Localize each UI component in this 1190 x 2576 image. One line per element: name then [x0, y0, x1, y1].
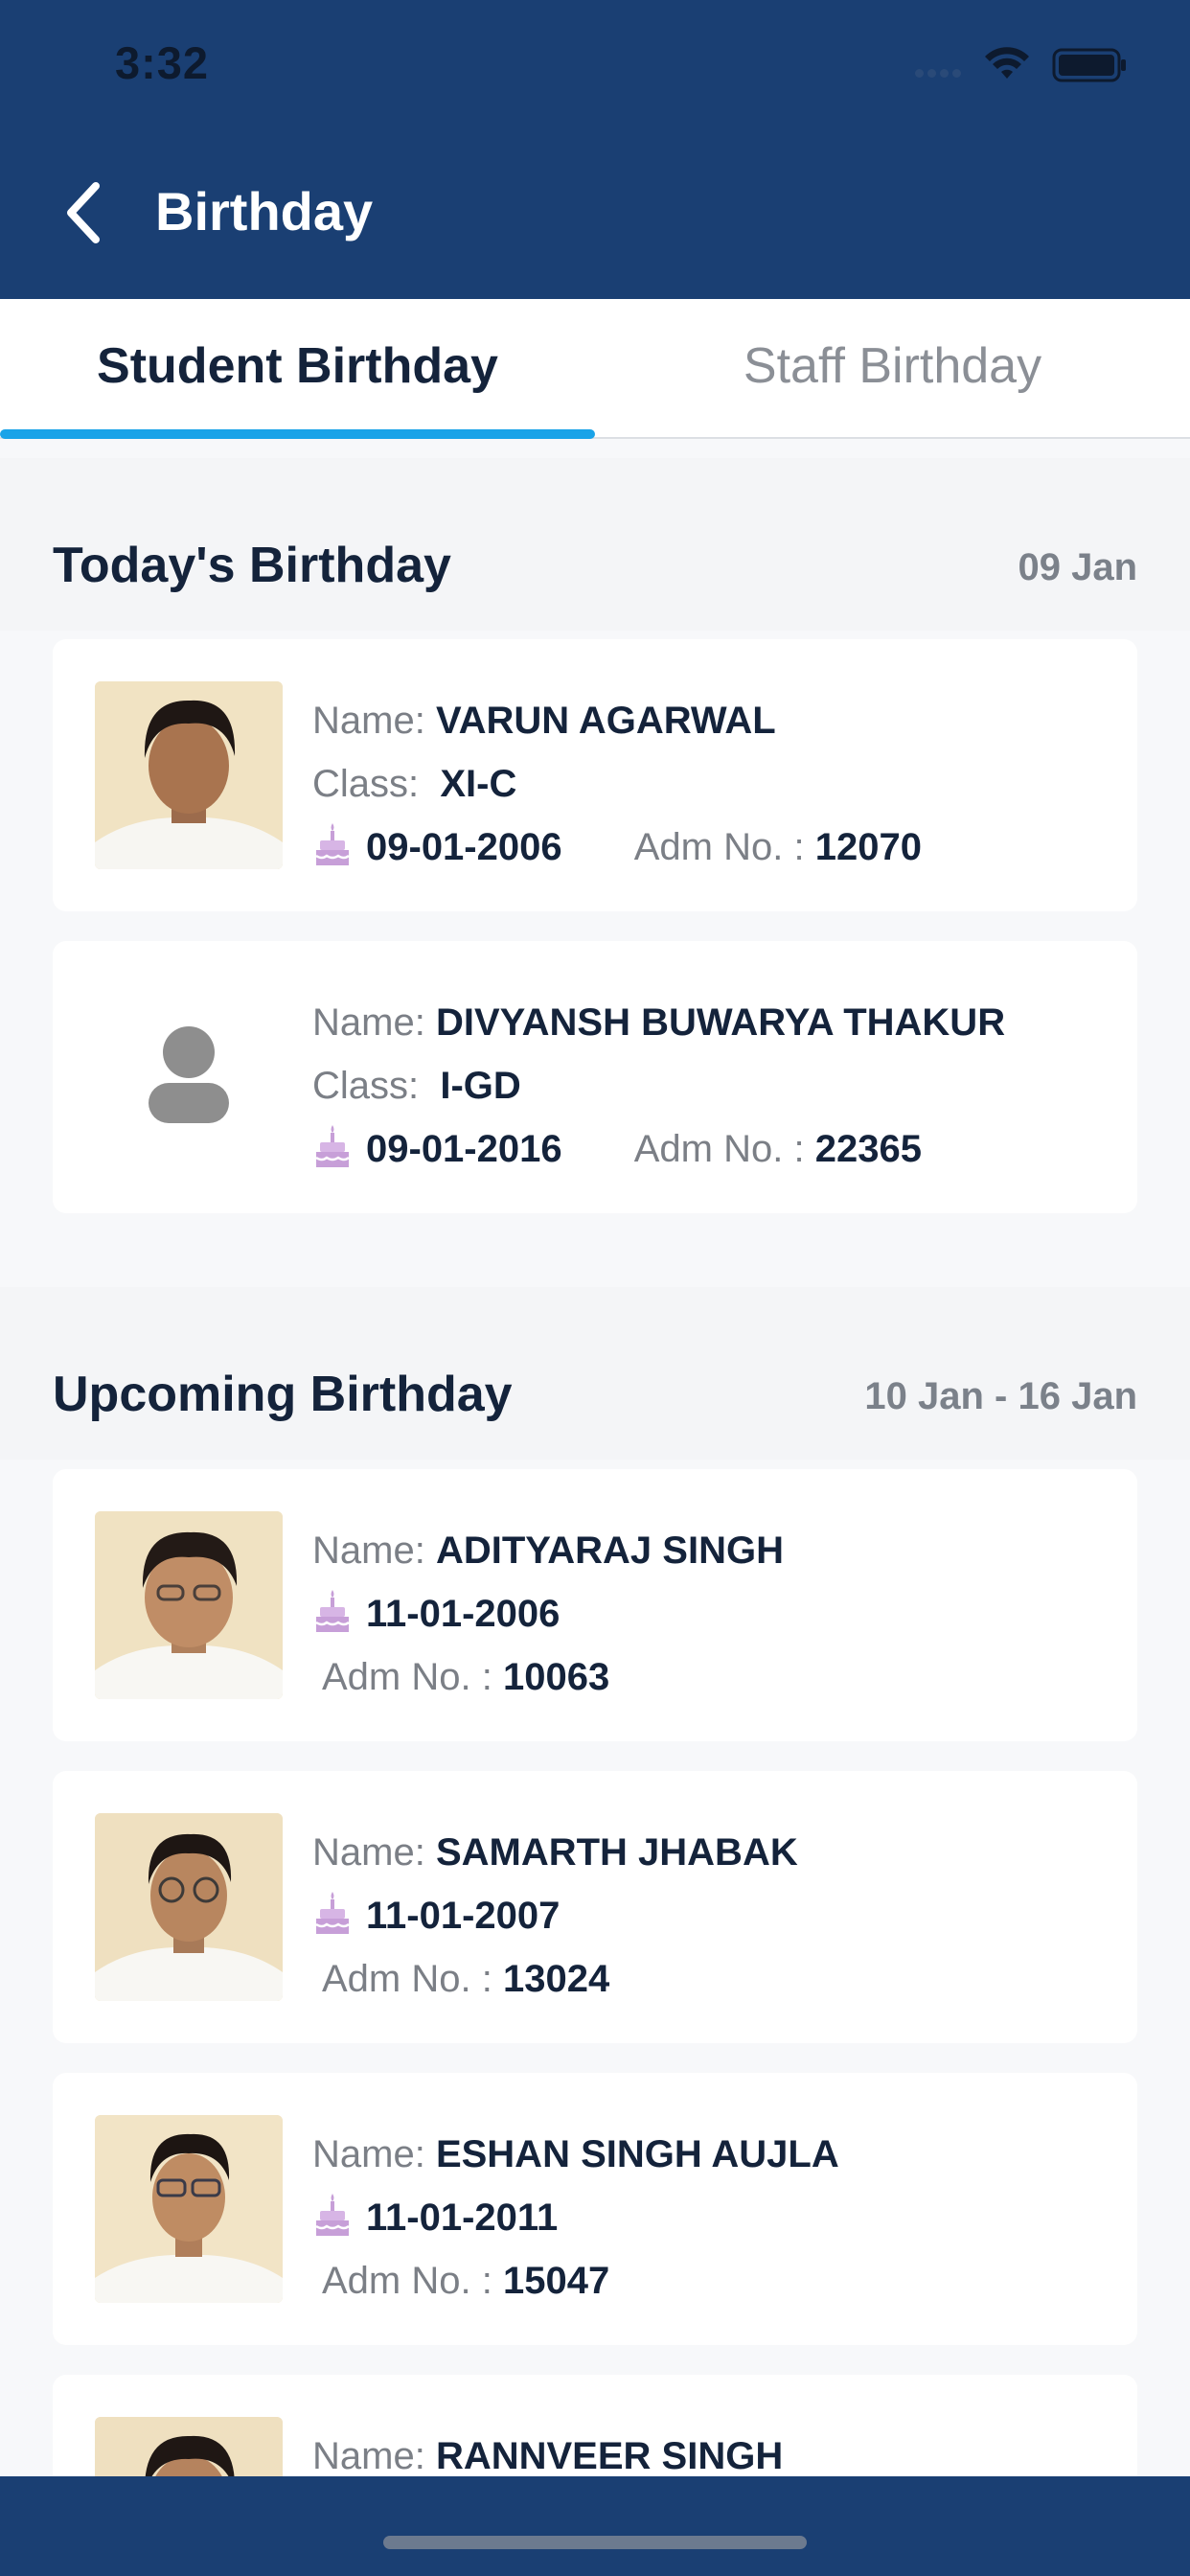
active-tab-indicator: [0, 429, 595, 439]
student-name: ESHAN SINGH AUJLA: [435, 2133, 839, 2175]
status-time: 3:32: [115, 37, 210, 88]
student-adm-no: 10063: [502, 1656, 610, 1698]
student-dob: 09-01-2006: [366, 826, 562, 868]
student-photo: [95, 681, 283, 869]
student-name: ADITYARAJ SINGH: [435, 1530, 784, 1572]
student-adm-no: 13024: [502, 1958, 610, 2000]
birthday-cake-icon: [315, 823, 350, 865]
section-date-upcoming: 10 Jan - 16 Jan: [864, 1375, 1137, 1417]
student-adm-no: 15047: [502, 2260, 610, 2302]
student-name: SAMARTH JHABAK: [435, 1831, 798, 1874]
student-dob: 11-01-2007: [366, 1895, 561, 1937]
birthday-cake-icon: [315, 1125, 350, 1167]
student-card[interactable]: Name: ADITYARAJ SINGH 11-01-2006 Adm No.…: [53, 1469, 1137, 1741]
student-photo: [95, 1511, 283, 1699]
student-dob: 11-01-2011: [366, 2196, 559, 2239]
page-title: Birthday: [155, 181, 374, 242]
student-name: VARUN AGARWAL: [435, 700, 776, 742]
student-card[interactable]: Name: DIVYANSH BUWARYA THAKUR Class: I-G…: [53, 941, 1137, 1213]
student-photo: [95, 2115, 283, 2303]
birthday-cake-icon: [315, 2194, 350, 2236]
birthday-cake-icon: [315, 1590, 350, 1632]
student-name: RANNVEER SINGH: [435, 2435, 784, 2477]
student-adm-no: 22365: [814, 1128, 922, 1170]
section-date-today: 09 Jan: [1018, 546, 1137, 588]
today-section-header: Today's Birthday 09 Jan: [0, 458, 1190, 631]
battery-icon: [1052, 48, 1126, 82]
student-class: I-GD: [440, 1065, 521, 1107]
upcoming-section-header: Upcoming Birthday 10 Jan - 16 Jan: [0, 1287, 1190, 1460]
wifi-icon: [985, 47, 1029, 79]
default-avatar-icon: [95, 983, 283, 1171]
student-name: DIVYANSH BUWARYA THAKUR: [435, 1001, 1006, 1044]
student-photo: [95, 1813, 283, 2001]
home-indicator[interactable]: [383, 2536, 807, 2549]
student-adm-no: 12070: [814, 826, 922, 868]
student-dob: 09-01-2016: [366, 1128, 562, 1170]
student-class: XI-C: [440, 763, 517, 805]
bottom-safe-area: [0, 2476, 1190, 2576]
tab-student-birthday[interactable]: Student Birthday: [0, 299, 595, 439]
birthday-cake-icon: [315, 1892, 350, 1934]
section-title-today: Today's Birthday: [53, 538, 451, 593]
section-title-upcoming: Upcoming Birthday: [53, 1367, 513, 1422]
student-dob: 11-01-2006: [366, 1593, 561, 1635]
cellular-signal-icon: [915, 65, 969, 78]
tab-bar: Student Birthday Staff Birthday: [0, 299, 1190, 439]
student-card[interactable]: Name: ESHAN SINGH AUJLA 11-01-2011 Adm N…: [53, 2073, 1137, 2345]
navigation-bar: Birthday: [0, 126, 1190, 299]
student-card[interactable]: Name: VARUN AGARWAL Class: XI-C 09-01-20…: [53, 639, 1137, 911]
student-card[interactable]: Name: SAMARTH JHABAK 11-01-2007 Adm No. …: [53, 1771, 1137, 2043]
back-chevron-icon[interactable]: [59, 178, 117, 247]
status-bar: 3:32: [0, 0, 1190, 126]
tab-staff-birthday[interactable]: Staff Birthday: [595, 299, 1190, 439]
